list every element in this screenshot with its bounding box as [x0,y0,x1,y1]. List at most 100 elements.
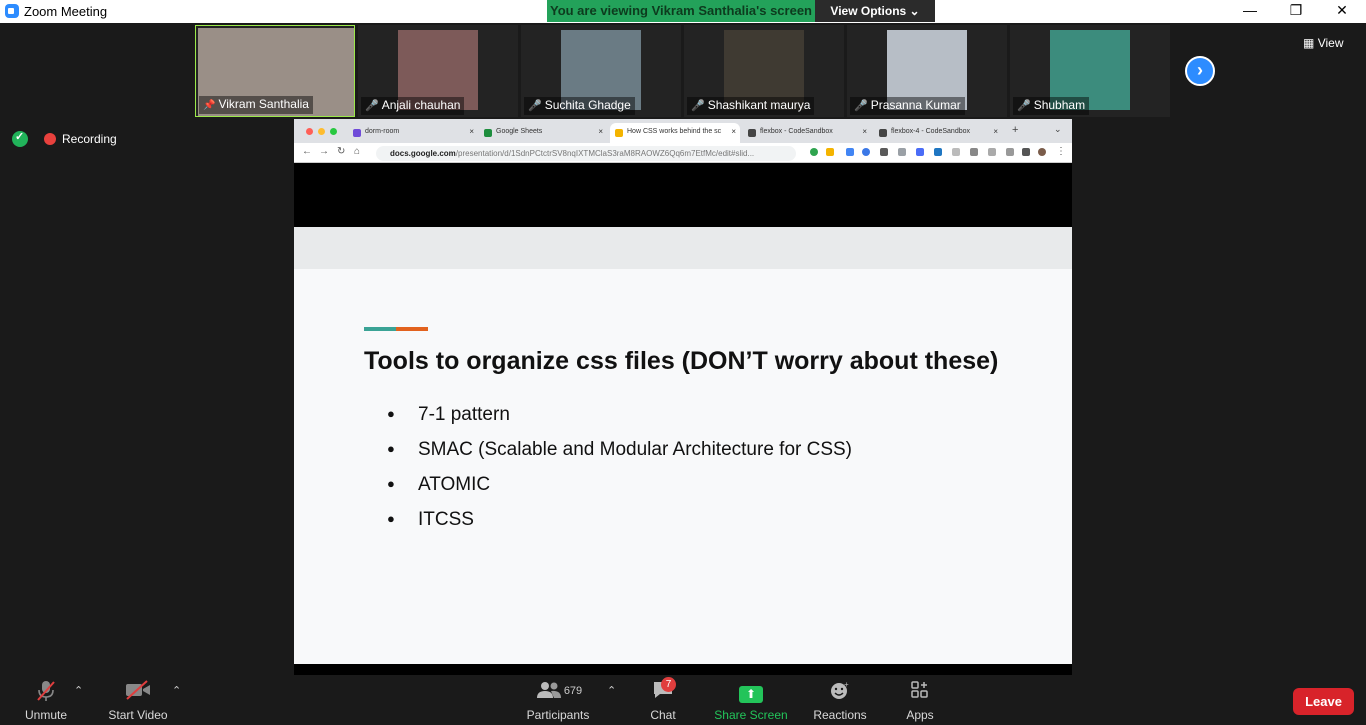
home-icon: ⌂ [354,146,361,157]
tab-close-icon: × [469,127,474,136]
tab-favicon-icon [615,129,623,137]
slide-bullet: ATOMIC [387,474,852,509]
browser-close-icon [306,128,313,135]
participant-count: 679 [563,685,583,697]
zoom-app-icon [5,4,19,18]
participants-caret-icon[interactable]: ⌃ [607,684,616,697]
shared-screen[interactable]: dorm-room × Google Sheets × How CSS works … [294,119,1072,675]
browser-tab: flexbox-4 - CodeSandbox × [874,123,1002,143]
muted-mic-icon: 🎤 [528,100,542,112]
video-options-caret-icon[interactable]: ⌃ [172,684,181,697]
viewing-banner: You are viewing Vikram Santhalia's scree… [547,0,815,22]
slide-editor-header [294,164,1072,227]
tab-favicon-icon [484,129,492,137]
apps-icon [880,680,960,704]
browser-tab: flexbox - CodeSandbox × [743,123,871,143]
view-options-button[interactable]: View Options ⌄ [815,0,935,22]
tab-close-icon: × [731,127,736,136]
slide-title: Tools to organize css files (DON’T worry… [364,347,999,375]
slide-bullet: SMAC (Scalable and Modular Architecture … [387,439,852,474]
participant-tile[interactable]: 📌 Vikram Santhalia [195,25,355,117]
participant-tile[interactable]: 🎤 Suchita Ghadge [521,25,681,117]
extension-icon [916,148,924,156]
new-tab-icon: + [1012,124,1019,136]
slide-header-band [294,227,1072,269]
extension-icon [862,148,870,156]
back-icon: ← [302,146,312,157]
extension-icon [846,148,854,156]
tab-close-icon: × [862,127,867,136]
browser-minimize-icon [318,128,325,135]
tab-favicon-icon [353,129,361,137]
chat-unread-badge: 7 [661,677,676,692]
tab-favicon-icon [748,129,756,137]
view-layout-button[interactable]: ▦ View [1303,32,1359,54]
svg-text:+: + [844,680,849,689]
recording-dot-icon [44,133,56,145]
extension-icon [1006,148,1014,156]
slide-bullet-list: 7-1 pattern SMAC (Scalable and Modular A… [387,404,852,544]
browser-tab: dorm-room × [348,123,478,143]
reactions-button[interactable]: + Reactions [800,680,880,722]
share-screen-button[interactable]: ⬆ Share Screen [711,680,791,722]
participant-name: 📌 Vikram Santhalia [199,96,313,114]
slide-accent-line [364,327,428,331]
participant-tile[interactable]: 🎤 Anjali chauhan [358,25,518,117]
muted-mic-icon: 🎤 [1017,100,1031,112]
start-video-button[interactable]: Start Video [98,680,178,722]
slide-bullet: 7-1 pattern [387,404,852,439]
security-shield-icon[interactable] [12,130,28,147]
participant-tile[interactable]: 🎤 Prasanna Kumar [847,25,1007,117]
extension-icon [826,148,834,156]
grid-icon: ▦ [1303,36,1315,50]
participant-name: 🎤 Prasanna Kumar [850,97,965,115]
muted-mic-icon: 🎤 [691,100,705,112]
leave-button[interactable]: Leave [1293,688,1354,715]
extension-icon [952,148,960,156]
browser-menu-icon: ⋮ [1056,146,1066,157]
extension-icon [934,148,942,156]
participant-name: 🎤 Anjali chauhan [361,97,465,115]
next-page-icon[interactable]: › [1185,56,1215,86]
participants-button[interactable]: 679 Participants [518,680,598,722]
recording-indicator[interactable]: Recording [44,130,117,148]
participant-name: 🎤 Suchita Ghadge [524,97,635,115]
slide-bullet: ITCSS [387,509,852,544]
share-screen-icon: ⬆ [739,686,763,703]
video-off-icon [98,680,178,704]
tab-close-icon: × [993,127,998,136]
browser-zoom-icon [330,128,337,135]
address-bar: docs.google.com/presentation/d/1SdnPCtct… [376,146,796,161]
participant-name: 🎤 Shubham [1013,97,1090,115]
apps-button[interactable]: Apps [880,680,960,722]
forward-icon: → [319,146,329,157]
extensions-puzzle-icon [1022,148,1030,156]
participant-tile[interactable]: 🎤 Shubham [1010,25,1170,117]
muted-mic-icon: 🎤 [854,100,868,112]
browser-toolbar: ← → ↻ ⌂ docs.google.com/presentation/d/1… [294,143,1072,163]
profile-avatar [1038,148,1046,156]
browser-tab: Google Sheets × [479,123,607,143]
tab-favicon-icon [879,129,887,137]
pin-icon: 📌 [203,100,216,111]
maximize-button[interactable]: ❐ [1273,0,1319,23]
close-button[interactable]: ✕ [1319,0,1365,23]
extension-icon [880,148,888,156]
participants-icon: 679 [518,680,598,704]
tab-search-icon: ⌄ [1054,124,1062,134]
participant-tile[interactable]: 🎤 Shashikant maurya [684,25,844,117]
browser-tab-active: How CSS works behind the sc × [610,123,740,143]
browser-tab-strip: dorm-room × Google Sheets × How CSS works … [294,119,1072,143]
minimize-button[interactable]: — [1227,0,1273,23]
extension-icon [810,148,818,156]
audio-options-caret-icon[interactable]: ⌃ [74,684,83,697]
muted-mic-icon: 🎤 [365,100,379,112]
window-title: Zoom Meeting [24,4,108,19]
slide-canvas: Tools to organize css files (DON’T worry… [294,269,1072,664]
tab-close-icon: × [598,127,603,136]
reaction-emoji-icon: + [800,680,880,704]
participant-name: 🎤 Shashikant maurya [687,97,815,115]
reload-icon: ↻ [337,146,346,157]
extension-icon [970,148,978,156]
extension-icon [988,148,996,156]
